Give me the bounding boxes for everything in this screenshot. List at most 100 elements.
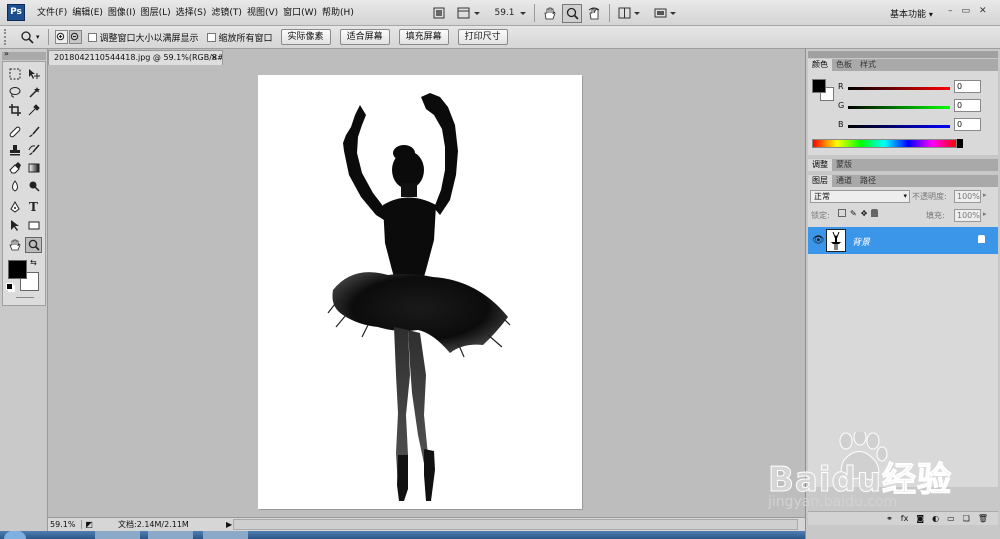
tab-masks[interactable]: 蒙版 bbox=[832, 159, 856, 171]
magic-wand-tool-icon[interactable] bbox=[25, 84, 42, 100]
delete-layer-icon[interactable]: 🗑 bbox=[978, 514, 988, 523]
taskbar-item[interactable] bbox=[148, 531, 193, 539]
actual-pixels-button[interactable]: 实际像素 bbox=[280, 29, 331, 45]
zoom-tool-icon[interactable] bbox=[25, 237, 42, 253]
view-extras-dropdown[interactable] bbox=[453, 4, 485, 23]
color-spectrum-ramp[interactable] bbox=[812, 139, 957, 148]
rotate-view-icon[interactable] bbox=[585, 4, 604, 23]
menu-filter[interactable]: 滤镜(T) bbox=[211, 0, 247, 26]
dodge-tool-icon[interactable] bbox=[25, 178, 42, 194]
tab-swatches[interactable]: 色板 bbox=[832, 59, 856, 71]
red-slider[interactable] bbox=[848, 87, 950, 90]
layer-mask-icon[interactable]: ◙ bbox=[916, 514, 924, 523]
tool-preset-picker[interactable]: ▾ bbox=[20, 30, 40, 44]
gradient-tool-icon[interactable] bbox=[25, 160, 42, 176]
taskbar-item[interactable] bbox=[203, 531, 248, 539]
fill-arrow-icon[interactable]: ▸ bbox=[983, 210, 987, 218]
menu-file[interactable]: 文件(F) bbox=[37, 0, 72, 26]
type-tool-icon[interactable]: T bbox=[25, 199, 42, 215]
lock-all-icon[interactable] bbox=[871, 209, 879, 217]
menu-view[interactable]: 视图(V) bbox=[247, 0, 283, 26]
document-tab[interactable]: 2018042110544418.jpg @ 59.1%(RGB/8#) × bbox=[48, 50, 223, 65]
taskbar-item[interactable] bbox=[95, 531, 140, 539]
fill-input[interactable]: 100% bbox=[954, 209, 981, 222]
close-icon[interactable]: ✕ bbox=[979, 6, 987, 16]
collapse-icon[interactable]: » bbox=[4, 49, 9, 58]
marquee-tool-icon[interactable] bbox=[6, 66, 23, 82]
tab-color[interactable]: 颜色 bbox=[808, 59, 832, 71]
new-layer-icon[interactable]: ❏ bbox=[963, 514, 970, 523]
screen-mode-dropdown[interactable] bbox=[651, 4, 681, 23]
green-slider[interactable] bbox=[848, 106, 950, 109]
swap-colors-icon[interactable]: ⇆ bbox=[30, 258, 37, 267]
black-swatch[interactable] bbox=[957, 139, 963, 148]
canvas-area[interactable] bbox=[48, 65, 805, 517]
zoom-out-mode-icon[interactable] bbox=[68, 30, 82, 44]
document-image[interactable] bbox=[258, 75, 582, 509]
menu-edit[interactable]: 编辑(E) bbox=[72, 0, 108, 26]
menu-layer[interactable]: 图层(L) bbox=[141, 0, 176, 26]
eye-visibility-icon[interactable]: 👁 bbox=[812, 235, 825, 246]
crop-tool-icon[interactable] bbox=[6, 102, 23, 118]
photoshop-logo[interactable]: Ps bbox=[7, 4, 25, 21]
lasso-tool-icon[interactable] bbox=[6, 84, 23, 100]
options-grip[interactable] bbox=[4, 29, 14, 45]
hand-tool-icon[interactable] bbox=[540, 4, 559, 23]
clone-stamp-tool-icon[interactable] bbox=[6, 142, 23, 158]
panel-dock-header[interactable] bbox=[808, 51, 998, 58]
start-orb-icon[interactable] bbox=[4, 531, 26, 539]
history-brush-tool-icon[interactable] bbox=[25, 142, 42, 158]
opacity-arrow-icon[interactable]: ▸ bbox=[983, 191, 987, 199]
tab-channels[interactable]: 通道 bbox=[832, 175, 856, 187]
info-icon[interactable]: ◩ bbox=[82, 520, 96, 529]
hand-tool-icon[interactable] bbox=[6, 237, 23, 253]
toolbox-header[interactable]: » bbox=[2, 49, 46, 60]
fill-screen-button[interactable]: 填充屏幕 bbox=[398, 29, 449, 45]
lock-transparency-icon[interactable] bbox=[838, 209, 846, 217]
tab-paths[interactable]: 路径 bbox=[856, 175, 880, 187]
green-value-input[interactable]: 0 bbox=[954, 99, 981, 112]
restore-icon[interactable]: ▭ bbox=[962, 6, 971, 16]
lock-pixels-icon[interactable]: ✎ bbox=[850, 209, 857, 218]
eyedropper-tool-icon[interactable] bbox=[25, 102, 42, 118]
horizontal-scrollbar[interactable] bbox=[233, 519, 798, 530]
workspace-switcher[interactable]: 基本功能 ▾ bbox=[890, 7, 933, 20]
menu-window[interactable]: 窗口(W) bbox=[283, 0, 322, 26]
eraser-tool-icon[interactable] bbox=[6, 160, 23, 176]
menu-image[interactable]: 图像(I) bbox=[108, 0, 141, 26]
blur-tool-icon[interactable] bbox=[6, 178, 23, 194]
close-icon[interactable]: × bbox=[210, 51, 218, 65]
layer-name[interactable]: 背景 bbox=[852, 235, 870, 248]
path-selection-tool-icon[interactable] bbox=[6, 217, 23, 233]
tab-adjustments[interactable]: 调整 bbox=[808, 159, 832, 171]
arrange-documents-dropdown[interactable] bbox=[615, 4, 645, 23]
new-group-icon[interactable]: ▭ bbox=[947, 514, 955, 523]
lock-position-icon[interactable]: ✥ bbox=[861, 209, 868, 218]
brush-tool-icon[interactable] bbox=[25, 124, 42, 140]
shape-tool-icon[interactable] bbox=[25, 217, 42, 233]
adjustment-layer-icon[interactable]: ◐ bbox=[932, 514, 939, 523]
pen-tool-icon[interactable] bbox=[6, 199, 23, 215]
healing-brush-tool-icon[interactable] bbox=[6, 124, 23, 140]
red-value-input[interactable]: 0 bbox=[954, 80, 981, 93]
layer-style-icon[interactable]: fx bbox=[901, 514, 909, 523]
blend-mode-select[interactable]: 正常 ▾ bbox=[810, 190, 910, 203]
quick-mask-icon[interactable] bbox=[16, 297, 34, 298]
menu-select[interactable]: 选择(S) bbox=[176, 0, 212, 26]
default-colors-icon[interactable] bbox=[6, 283, 13, 290]
bridge-icon[interactable] bbox=[430, 4, 448, 23]
zoom-level-dropdown[interactable]: 59.1 bbox=[493, 4, 529, 23]
foreground-color-swatch[interactable] bbox=[812, 79, 826, 93]
tab-layers[interactable]: 图层 bbox=[808, 175, 832, 187]
print-size-button[interactable]: 打印尺寸 bbox=[457, 29, 508, 45]
menu-help[interactable]: 帮助(H) bbox=[322, 0, 359, 26]
tab-styles[interactable]: 样式 bbox=[856, 59, 880, 71]
zoom-tool-icon[interactable] bbox=[562, 3, 582, 23]
zoom-in-mode-icon[interactable] bbox=[54, 30, 68, 44]
opacity-input[interactable]: 100% bbox=[954, 190, 981, 203]
resize-window-checkbox[interactable]: 调整窗口大小以满屏显示 bbox=[87, 31, 199, 44]
blue-slider[interactable] bbox=[848, 125, 950, 128]
minimize-icon[interactable]: – bbox=[948, 6, 953, 16]
link-layers-icon[interactable]: ⚭ bbox=[886, 514, 893, 523]
zoom-level-field[interactable]: 59.1% bbox=[48, 520, 82, 529]
